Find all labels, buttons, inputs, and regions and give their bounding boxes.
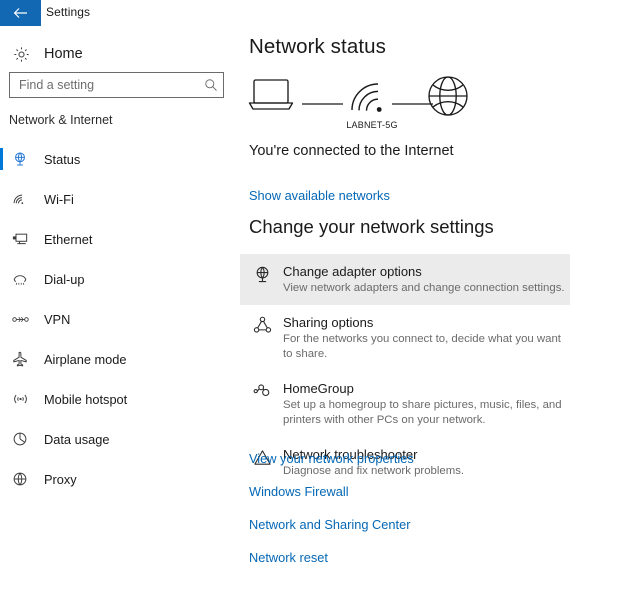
selection-indicator xyxy=(0,308,3,330)
sidebar-item-wi-fi[interactable]: Wi-Fi xyxy=(0,179,240,219)
share-nodes-icon xyxy=(249,314,275,362)
sidebar-item-home[interactable]: Home xyxy=(10,40,230,68)
sidebar-nav-list: Status Wi-Fi Ethernet Dial-up VPN Airpla… xyxy=(0,139,240,499)
sidebar: Home Network & Internet xyxy=(0,26,240,600)
connection-status-text: You're connected to the Internet xyxy=(249,143,454,159)
gear-icon xyxy=(10,46,32,63)
link-view-network-properties[interactable]: View your network properties xyxy=(249,451,609,466)
network-diagram-graphic xyxy=(248,76,468,116)
back-arrow-icon xyxy=(13,7,28,19)
hotspot-icon xyxy=(9,392,31,406)
settings-row-description: For the networks you connect to, decide … xyxy=(283,333,561,360)
sidebar-category-label: Network & Internet xyxy=(9,113,113,127)
airplane-icon xyxy=(9,351,31,367)
sidebar-item-label: Dial-up xyxy=(44,271,85,287)
selection-indicator xyxy=(0,468,3,490)
wifi-icon xyxy=(9,192,31,206)
settings-row-description: View network adapters and change connect… xyxy=(283,282,565,294)
settings-row-title: Change adapter options xyxy=(283,264,422,279)
wifi-signal-dot xyxy=(376,107,382,112)
settings-row-homegroup[interactable]: HomeGroup Set up a homegroup to share pi… xyxy=(240,371,570,437)
settings-row-title: Sharing options xyxy=(283,315,374,330)
sidebar-item-ethernet[interactable]: Ethernet xyxy=(0,219,240,259)
search-icon xyxy=(199,78,223,92)
sidebar-item-label: VPN xyxy=(44,311,71,327)
settings-row-change-adapter-options[interactable]: Change adapter options View network adap… xyxy=(240,254,570,305)
settings-row-description: Set up a homegroup to share pictures, mu… xyxy=(283,399,562,426)
settings-row-sharing-options[interactable]: Sharing options For the networks you con… xyxy=(240,305,570,371)
sidebar-item-label: Wi-Fi xyxy=(44,191,74,207)
globe-icon xyxy=(428,76,468,116)
sidebar-item-dial-up[interactable]: Dial-up xyxy=(0,259,240,299)
search-input[interactable] xyxy=(10,78,199,92)
adapter-globe-icon xyxy=(249,263,275,296)
selection-indicator xyxy=(0,148,3,170)
sidebar-item-status[interactable]: Status xyxy=(0,139,240,179)
link-windows-firewall[interactable]: Windows Firewall xyxy=(249,484,609,499)
laptop-icon xyxy=(248,79,294,110)
sidebar-item-airplane-mode[interactable]: Airplane mode xyxy=(0,339,240,379)
window-title: Settings xyxy=(46,5,91,19)
sidebar-item-label: Status xyxy=(44,151,81,167)
sidebar-item-label: Data usage xyxy=(44,431,110,447)
page-title: Network status xyxy=(249,35,386,58)
settings-window: Settings Home Find a setting Network & I… xyxy=(0,0,623,600)
sidebar-item-proxy[interactable]: Proxy xyxy=(0,459,240,499)
settings-row-title: HomeGroup xyxy=(283,381,354,396)
network-diagram: LABNET-5G xyxy=(240,74,623,136)
globe-stand-icon xyxy=(9,151,31,167)
sidebar-home-label: Home xyxy=(44,46,83,62)
network-ssid-label: LABNET-5G xyxy=(346,120,398,130)
sidebar-item-label: Proxy xyxy=(44,471,77,487)
dialup-phone-icon xyxy=(9,272,31,286)
selection-indicator xyxy=(0,388,3,410)
sidebar-item-mobile-hotspot[interactable]: Mobile hotspot xyxy=(0,379,240,419)
sidebar-item-data-usage[interactable]: Data usage xyxy=(0,419,240,459)
pie-chart-icon xyxy=(9,431,31,447)
sidebar-item-label: Ethernet xyxy=(44,231,93,247)
sidebar-item-label: Mobile hotspot xyxy=(44,391,128,407)
globe-icon xyxy=(9,471,31,487)
ethernet-icon xyxy=(9,232,31,247)
main-content: Network status LABNET-5G You're connecte… xyxy=(240,26,623,600)
sidebar-item-vpn[interactable]: VPN xyxy=(0,299,240,339)
vpn-icon xyxy=(9,313,31,326)
selection-indicator xyxy=(0,228,3,250)
search-box[interactable] xyxy=(9,72,224,98)
sidebar-item-label: Airplane mode xyxy=(44,351,127,367)
homegroup-icon xyxy=(249,380,275,428)
selection-indicator xyxy=(0,428,3,450)
link-network-reset[interactable]: Network reset xyxy=(249,550,609,565)
selection-indicator xyxy=(0,268,3,290)
section-title: Change your network settings xyxy=(249,216,494,237)
link-network-and-sharing-center[interactable]: Network and Sharing Center xyxy=(249,517,609,532)
title-bar: Settings xyxy=(0,0,623,26)
selection-indicator xyxy=(0,188,3,210)
show-available-networks-link[interactable]: Show available networks xyxy=(249,188,390,203)
back-button[interactable] xyxy=(0,0,41,26)
bottom-links: View your network properties Windows Fir… xyxy=(249,451,609,583)
selection-indicator xyxy=(0,348,3,370)
wifi-signal-icon xyxy=(351,83,379,111)
